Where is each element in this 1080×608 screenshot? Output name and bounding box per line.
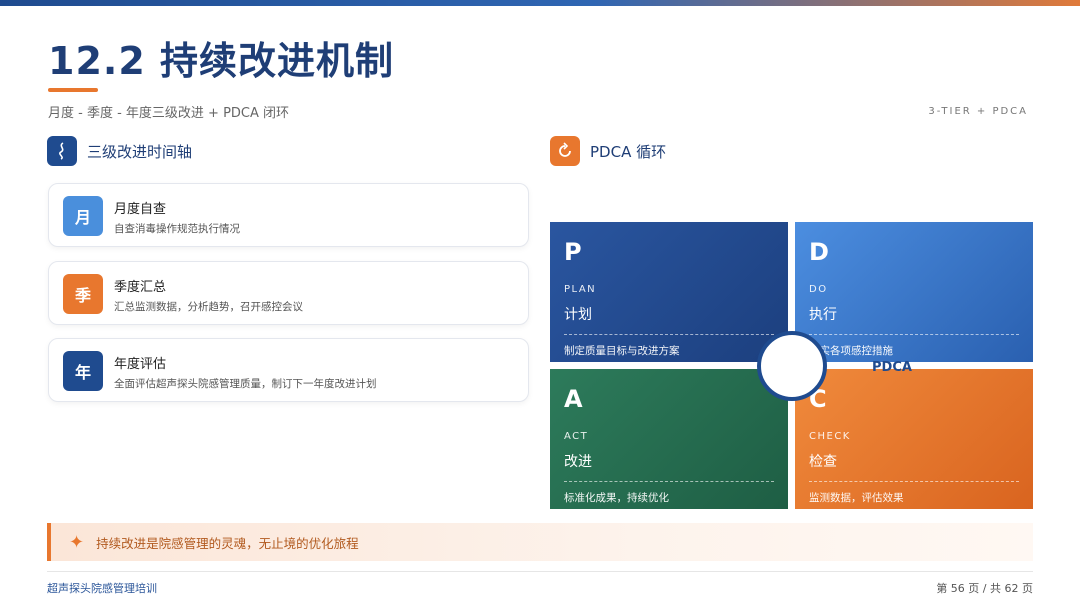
quadrant-english: CHECK (809, 431, 851, 442)
tier-card-annual: 年 年度评估 全面评估超声探头院感管理质量，制订下一年度改进计划 (48, 338, 529, 402)
timeline-icon (47, 136, 77, 166)
quadrant-desc: 落实各项感控措施 (809, 345, 893, 357)
pdca-section-title: PDCA 循环 (590, 142, 667, 161)
pdca-center-circle (757, 331, 827, 401)
pdca-plan-quadrant: P PLAN 计划 制定质量目标与改进方案 (550, 222, 788, 362)
tier-name: 季度汇总 (114, 280, 167, 295)
title-underline (48, 88, 98, 92)
tier-name: 年度评估 (114, 357, 167, 372)
cycle-icon (550, 136, 580, 166)
top-accent-bar (0, 0, 1080, 6)
timeline-section-title: 三级改进时间轴 (87, 142, 193, 161)
quadrant-desc: 标准化成果，持续优化 (564, 492, 669, 504)
footer-course-name: 超声探头院感管理培训 (47, 582, 157, 595)
quadrant-letter: D (809, 238, 829, 266)
pdca-check-quadrant: C CHECK 检查 监测数据，评估效果 (795, 369, 1033, 509)
banner-text: 持续改进是院感管理的灵魂，无止境的优化旅程 (96, 535, 359, 551)
quadrant-letter: A (564, 385, 583, 413)
quote-banner: ✦ 持续改进是院感管理的灵魂，无止境的优化旅程 (47, 523, 1033, 561)
tier-name: 月度自查 (114, 202, 167, 217)
tier-desc: 全面评估超声探头院感管理质量，制订下一年度改进计划 (114, 378, 377, 390)
page-title: 12.2 持续改进机制 (48, 39, 394, 83)
pdca-do-quadrant: D DO 执行 落实各项感控措施 (795, 222, 1033, 362)
quadrant-chinese: 改进 (564, 454, 592, 470)
tier-desc: 汇总监测数据，分析趋势，召开感控会议 (114, 301, 303, 313)
quadrant-english: PLAN (564, 284, 597, 295)
tier-badge: 年 (63, 351, 103, 391)
timeline-section-header: 三级改进时间轴 (47, 136, 192, 166)
quadrant-english: DO (809, 284, 828, 295)
sparkle-icon: ✦ (69, 531, 85, 553)
tier-card-monthly: 月 月度自查 自查消毒操作规范执行情况 (48, 183, 529, 247)
quadrant-letter: P (564, 238, 582, 266)
quadrant-divider (564, 334, 774, 335)
pdca-section-header: PDCA 循环 (550, 136, 666, 166)
pdca-act-quadrant: A ACT 改进 标准化成果，持续优化 (550, 369, 788, 509)
quadrant-chinese: 执行 (809, 307, 837, 323)
quadrant-letter: C (809, 385, 827, 413)
pdca-center-label: PDCA (872, 360, 912, 375)
footer-divider (47, 571, 1033, 572)
tier-desc: 自查消毒操作规范执行情况 (114, 223, 240, 235)
quadrant-chinese: 检查 (809, 454, 837, 470)
quadrant-desc: 制定质量目标与改进方案 (564, 345, 680, 357)
quadrant-divider (809, 481, 1019, 482)
quadrant-divider (809, 334, 1019, 335)
quadrant-chinese: 计划 (564, 307, 592, 323)
quadrant-divider (564, 481, 774, 482)
quadrant-desc: 监测数据，评估效果 (809, 492, 904, 504)
header-tag: 3-TIER + PDCA (928, 106, 1028, 117)
tier-badge: 季 (63, 274, 103, 314)
tier-card-quarterly: 季 季度汇总 汇总监测数据，分析趋势，召开感控会议 (48, 261, 529, 325)
quadrant-english: ACT (564, 431, 589, 442)
tier-badge: 月 (63, 196, 103, 236)
page-subtitle: 月度 - 季度 - 年度三级改进 + PDCA 闭环 (48, 106, 290, 121)
footer-page-number: 第 56 页 / 共 62 页 (936, 582, 1033, 595)
